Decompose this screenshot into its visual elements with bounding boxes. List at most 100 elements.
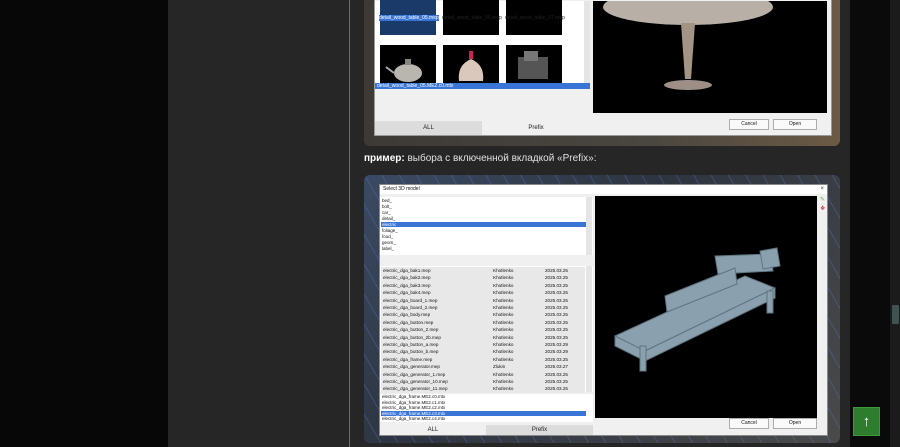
thumbnail-grid[interactable]: detail_wood_table_05.mep detail_wood_tab…	[375, 0, 590, 87]
file-row[interactable]: electric_dga_bak2.mep Khotlenko 2025.03.25	[381, 274, 585, 282]
file-name: electric_dga_button_2.mep	[383, 327, 439, 333]
file-row[interactable]: electric_dga_board_1.mep Khotlenko 2025.03…	[381, 296, 585, 305]
file-author: Khotlenko	[493, 305, 514, 310]
thumbnail-kettle[interactable]	[380, 45, 436, 85]
model-preview[interactable]	[595, 196, 817, 418]
thumbnail-vase[interactable]	[443, 45, 499, 85]
select-model-dialog: detail_wood_table_05.mep detail_wood_tab…	[374, 0, 832, 136]
file-row[interactable]: electric_dga_generator_1.mep Khotlenko 202…	[381, 370, 585, 379]
file-date: 2025.03.25	[545, 334, 568, 340]
palette-icon[interactable]: ❖	[820, 206, 825, 212]
prefix-item[interactable]: foliage_	[381, 228, 586, 233]
file-row[interactable]: electric_dga_frame.mep Khotlenko 2025.03.2…	[381, 355, 585, 364]
file-row[interactable]: electric_dga_bak1.mep Khotlenko 2025.03.25	[381, 267, 585, 275]
thumbnail-label-2: detail_wood_table_06.mep	[442, 15, 502, 21]
prefix-item[interactable]: food_	[381, 234, 586, 239]
file-author: Khotlenko	[493, 319, 514, 325]
file-row[interactable]: electric_dga_board_2.mep Khotlenko 2025.03…	[381, 304, 585, 312]
mtx-row[interactable]: electric_dga_frame.ME2.c4.mtx	[381, 416, 586, 422]
thumbnail-device[interactable]	[506, 45, 562, 85]
tab-prefix[interactable]: Prefix	[486, 425, 593, 435]
file-author: Khotlenko	[493, 371, 514, 377]
left-dark-area	[0, 0, 168, 447]
file-name: electric_dga_generator_10.mep	[383, 379, 448, 384]
file-author: Khotlenko	[493, 297, 514, 303]
page-scrollbar[interactable]	[890, 0, 900, 447]
prefix-item[interactable]: label_	[381, 246, 586, 251]
file-scrollbar[interactable]	[586, 266, 592, 392]
file-name: electric_dga_button_b.mep	[383, 349, 439, 355]
prefix-list[interactable]: bed_ bolt_ car_ detail_ electric foliage…	[380, 197, 593, 255]
file-row[interactable]: electric_dga_generator_11.mep Khotlenko 20…	[381, 385, 585, 393]
file-row[interactable]: electric_dga_button.mep Khotlenko 2025.03.…	[381, 318, 585, 327]
prefix-item-selected[interactable]: electric	[381, 222, 586, 227]
file-name: electric_dga_body.mep	[383, 312, 431, 318]
prefix-item[interactable]: bolt_	[381, 204, 586, 209]
thumbnail-label-3: detail_wood_table_07.mep	[505, 15, 565, 21]
file-row[interactable]: electric_dga_generator_10.mep Khotlenko 20…	[381, 378, 585, 386]
tab-bar: ALL Prefix	[375, 121, 590, 135]
model-preview[interactable]	[593, 0, 827, 113]
file-row[interactable]: electric_dga_bak3.mep Khotlenko 2025.03.25	[381, 281, 585, 290]
cancel-button[interactable]: Cancel	[729, 119, 769, 130]
file-row[interactable]: electric_dga_button_2.mep Khotlenko 2025.0…	[381, 326, 585, 334]
file-name: electric_dga_button_a.mep	[383, 342, 439, 347]
file-row[interactable]: electric_dga_generator.mep Zlukin 2025.03.…	[381, 363, 585, 371]
file-author: Khotlenko	[493, 268, 514, 273]
file-author: Khotlenko	[493, 290, 514, 296]
file-author: Zlukin	[493, 364, 506, 370]
file-table[interactable]: electric_dga_generator_11.mep Khotlenko 20…	[380, 266, 593, 393]
file-author: Khotlenko	[493, 282, 514, 288]
prefix-item[interactable]: car_	[381, 210, 586, 215]
caption-bold: пример:	[364, 153, 405, 164]
file-author: Khotlenko	[493, 386, 514, 392]
file-row[interactable]: electric_dga_button_2b.mep Khotlenko 2025.…	[381, 333, 585, 342]
thumbnail-label-1: detail_wood_table_05.mep	[379, 15, 439, 21]
file-date: 2025.03.25	[545, 319, 568, 325]
file-date: 2025.03.25	[545, 312, 568, 318]
file-date: 2025.03.25	[545, 356, 568, 362]
file-name: electric_dga_button.mep	[383, 319, 434, 325]
file-name: electric_dga_bak4.mep	[383, 290, 431, 296]
file-name: electric_dga_frame.mep	[383, 356, 433, 362]
open-button[interactable]: Open	[773, 418, 817, 429]
file-row[interactable]: electric_dga_button_a.mep Khotlenko 2025.0…	[381, 341, 585, 349]
tab-prefix[interactable]: Prefix	[482, 121, 590, 135]
mtx-list[interactable]: electric_dga_frame.ME2.c0.mtx electric_dg…	[380, 394, 593, 422]
scrollbar-thumb[interactable]	[892, 305, 899, 324]
file-row[interactable]: electric_dga_body.mep Khotlenko 2025.03.25	[381, 311, 585, 319]
selected-file-row[interactable]: detail_wood_table_05.ME2.c0.mtx	[375, 83, 590, 89]
file-author: Khotlenko	[493, 349, 514, 355]
file-row[interactable]: electric_dga_bak4.mep Khotlenko 2025.03.25	[381, 289, 585, 297]
prefix-item[interactable]: geom_	[381, 240, 586, 245]
file-row[interactable]: electric_dga_button_b.mep Khotlenko 2025.0…	[381, 348, 585, 356]
tab-all[interactable]: ALL	[375, 121, 482, 135]
file-date: 2025.03.25	[545, 282, 568, 288]
tab-bar: ALL Prefix	[380, 425, 593, 435]
file-author: Khotlenko	[493, 379, 514, 384]
file-date: 2025.03.25	[545, 297, 568, 303]
cancel-button[interactable]: Cancel	[729, 418, 769, 429]
file-name: electric_dga_bak3.mep	[383, 282, 431, 288]
file-date: 2025.03.29	[545, 342, 568, 347]
file-date: 2025.03.27	[545, 364, 568, 370]
open-button[interactable]: Open	[773, 119, 817, 130]
scroll-to-top-button[interactable]: ↑	[853, 407, 880, 436]
prefix-scrollbar[interactable]	[586, 197, 592, 255]
close-icon[interactable]: ×	[820, 185, 824, 194]
file-name: electric_dga_board_2.mep	[383, 305, 438, 310]
prefix-item[interactable]: bed_	[381, 198, 586, 203]
file-author: Khotlenko	[493, 342, 514, 347]
file-author: Khotlenko	[493, 312, 514, 318]
file-author: Khotlenko	[493, 356, 514, 362]
brush-icon[interactable]: ✎	[820, 197, 825, 203]
file-date: 2025.03.25	[545, 371, 568, 377]
file-name: electric_dga_button_2b.mep	[383, 334, 441, 340]
file-date: 2025.03.25	[545, 327, 568, 333]
grid-scrollbar[interactable]	[584, 1, 590, 87]
caption: пример: выбора с включенной вкладкой «Pr…	[364, 153, 597, 164]
file-name: electric_dga_generator_1.mep	[383, 371, 446, 377]
prefix-item[interactable]: detail_	[381, 216, 586, 221]
side-toolbar: ✎ ❖	[820, 197, 826, 215]
tab-all[interactable]: ALL	[380, 425, 486, 435]
